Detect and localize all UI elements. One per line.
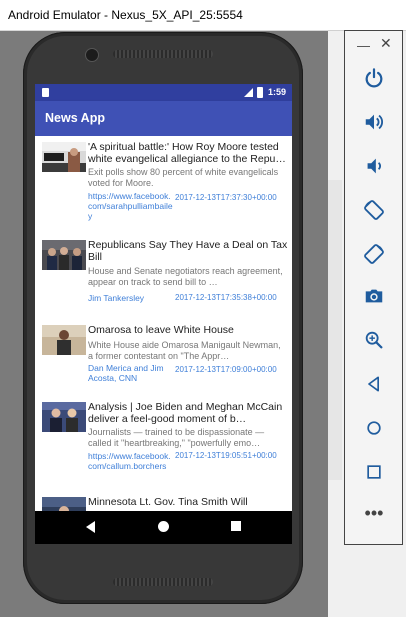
article-date: 2017-12-13T17:37:30+00:00 — [175, 193, 277, 202]
app-bar: News App — [35, 101, 292, 136]
rotate-left-icon — [364, 200, 384, 220]
front-camera-icon — [85, 48, 99, 62]
article-thumbnail — [42, 325, 86, 355]
news-item[interactable]: 'A spiritual battle:' How Roy Moore test… — [35, 136, 292, 235]
overview-icon — [367, 465, 381, 479]
home-icon — [367, 421, 381, 435]
home-button[interactable] — [359, 413, 389, 443]
device-screen: 1:59 News App 'A spiritual battle:' How … — [35, 84, 292, 544]
article-description: White House aide Omarosa Manigault Newma… — [88, 340, 281, 361]
navigation-bar — [35, 511, 292, 544]
article-thumbnail — [42, 142, 86, 172]
status-bar: 1:59 — [35, 84, 292, 101]
news-item[interactable]: Republicans Say They Have a Deal on Tax … — [35, 234, 292, 320]
rotate-left-button[interactable] — [359, 195, 389, 225]
emulator-titlebar[interactable]: Android Emulator - Nexus_5X_API_25:5554 — [0, 0, 328, 31]
article-thumbnail — [42, 402, 86, 432]
more-options-button[interactable]: ••• — [359, 503, 389, 524]
status-time: 1:59 — [268, 87, 287, 97]
volume-down-icon — [367, 158, 381, 174]
home-icon[interactable] — [158, 521, 169, 532]
zoom-button[interactable] — [359, 325, 389, 355]
top-speaker-grille — [113, 50, 213, 58]
camera-icon — [365, 289, 383, 303]
back-button[interactable] — [359, 369, 389, 399]
power-button[interactable] — [359, 63, 389, 93]
back-icon — [368, 376, 379, 392]
background-scroll-area — [328, 180, 342, 480]
power-icon — [365, 68, 383, 88]
article-title: Republicans Say They Have a Deal on Tax … — [88, 239, 288, 263]
screenshot-button[interactable] — [359, 281, 389, 311]
overview-button[interactable] — [359, 457, 389, 487]
article-description: House and Senate negotiators reach agree… — [88, 266, 283, 287]
article-author[interactable]: https://www.facebook.com/callum.borchers — [88, 451, 174, 489]
volume-up-button[interactable] — [359, 107, 389, 137]
article-author[interactable]: Dan Merica and Jim Acosta, CNN — [88, 363, 174, 385]
volume-up-icon — [365, 114, 383, 130]
article-description: Journalists — trained to be dispassionat… — [88, 427, 265, 448]
emulator-toolbar: — ✕ ••• — [344, 30, 403, 545]
article-title: Minnesota Lt. Gov. Tina Smith Will — [88, 496, 248, 508]
emulator-title: Android Emulator - Nexus_5X_API_25:5554 — [8, 8, 243, 22]
volume-down-button[interactable] — [359, 151, 389, 181]
article-title: 'A spiritual battle:' How Roy Moore test… — [88, 141, 286, 165]
battery-icon — [257, 87, 263, 98]
app-title: News App — [45, 111, 105, 125]
rotate-right-button[interactable] — [359, 239, 389, 269]
article-date: 2017-12-13T17:35:38+00:00 — [175, 293, 277, 302]
rotate-right-icon — [364, 244, 384, 264]
news-list[interactable]: 'A spiritual battle:' How Roy Moore test… — [35, 136, 292, 511]
article-author[interactable]: Jim Tankersley — [88, 293, 174, 305]
zoom-icon — [365, 331, 383, 349]
news-item[interactable]: Omarosa to leave White House White House… — [35, 319, 292, 397]
article-thumbnail — [42, 240, 86, 270]
emulator-window: Android Emulator - Nexus_5X_API_25:5554 … — [0, 0, 328, 617]
close-button[interactable]: ✕ — [380, 35, 392, 52]
background-band — [328, 0, 406, 30]
article-description: Exit polls show 80 percent of white evan… — [88, 167, 279, 188]
article-title: Analysis | Joe Biden and Meghan McCain d… — [88, 401, 283, 425]
news-item[interactable]: Analysis | Joe Biden and Meghan McCain d… — [35, 396, 292, 492]
signal-icon — [244, 88, 253, 97]
bottom-speaker-grille — [113, 578, 213, 586]
article-date: 2017-12-13T19:05:51+00:00 — [175, 451, 277, 460]
article-author[interactable]: https://www.facebook.com/sarahpulliambai… — [88, 191, 174, 231]
recents-icon[interactable] — [231, 521, 241, 531]
article-thumbnail — [42, 497, 86, 511]
sim-card-icon — [42, 88, 49, 97]
back-icon[interactable] — [86, 521, 95, 533]
minimize-button[interactable]: — — [357, 38, 370, 53]
article-date: 2017-12-13T17:09:00+00:00 — [175, 365, 277, 374]
article-title: Omarosa to leave White House — [88, 324, 234, 336]
news-item[interactable]: Minnesota Lt. Gov. Tina Smith Will — [35, 491, 292, 511]
